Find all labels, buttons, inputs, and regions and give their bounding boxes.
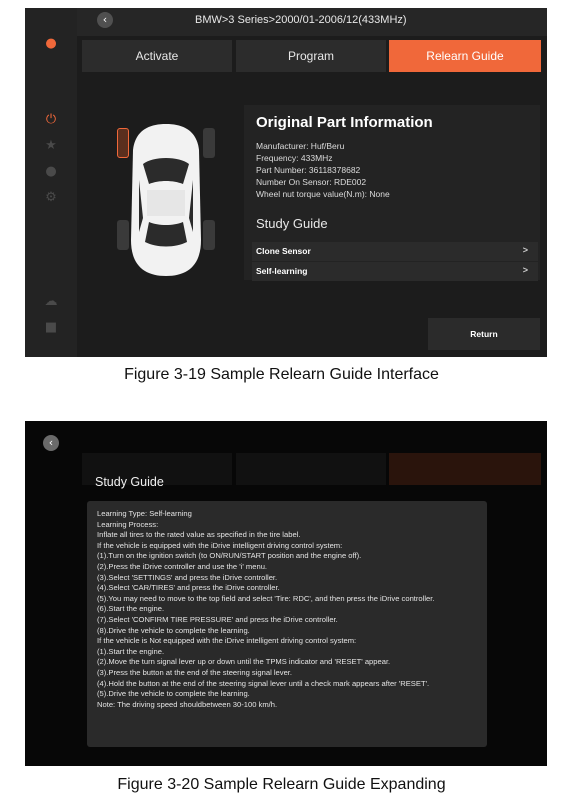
chevron-right-icon: >	[522, 265, 528, 275]
guide-line: Learning Type: Self-learning	[97, 509, 192, 518]
study-guide-overlay-screen: ‹ Study Guide Learning Type: Self-learni…	[25, 421, 547, 766]
sidebar: ● ⏻ ★ ● ⚙ ☁ ■	[25, 8, 77, 357]
part-number-text: Part Number: 36118378682	[256, 165, 361, 175]
guide-line: (3).Select 'SETTINGS' and press the iDri…	[97, 572, 278, 582]
guide-line: (8).Drive the vehicle to complete the le…	[97, 625, 250, 635]
sensor-number-text: Number On Sensor: RDE002	[256, 177, 367, 187]
guide-line: If the vehicle is equipped with the iDri…	[97, 540, 343, 550]
tab-activate[interactable]: Activate	[82, 40, 232, 72]
tab-program[interactable]: Program	[236, 40, 386, 72]
guide-line: (5).Drive the vehicle to complete the le…	[97, 689, 250, 699]
guide-line: (3).Press the button at the end of the s…	[97, 667, 293, 677]
chevron-right-icon: >	[522, 245, 528, 255]
self-learning-label: Self-learning	[256, 266, 308, 276]
study-guide-text-box[interactable]: Learning Type: Self-learning Learning Pr…	[87, 501, 487, 747]
frequency-text: Frequency: 433MHz	[256, 153, 333, 163]
original-part-info-panel: Original Part Information Manufacturer: …	[244, 105, 540, 281]
guide-line: Learning Process:	[97, 519, 159, 529]
car-icon	[131, 124, 201, 276]
study-guide-title: Study Guide	[256, 216, 328, 231]
lightbulb-icon[interactable]: ●	[43, 164, 59, 180]
self-learning-row[interactable]: Self-learning >	[252, 262, 538, 281]
guide-line: (7).Select 'CONFIRM TIRE PRESSURE' and p…	[97, 614, 338, 624]
guide-line: Inflate all tires to the rated value as …	[97, 530, 301, 540]
cloud-upload-icon[interactable]: ☁	[43, 294, 59, 310]
return-button[interactable]: Return	[428, 318, 540, 350]
study-guide-heading: Study Guide	[95, 475, 164, 489]
guide-line: Note: The driving speed shouldbetween 30…	[97, 699, 278, 709]
info-title: Original Part Information	[256, 114, 433, 131]
relearn-guide-screen: ● ⏻ ★ ● ⚙ ☁ ■ ‹ BMW>3 Series>2000/01-200…	[25, 8, 547, 357]
guide-line: (1).Turn on the ignition switch (to ON/R…	[97, 551, 362, 561]
clone-sensor-row[interactable]: Clone Sensor >	[252, 242, 538, 261]
guide-line: If the vehicle is Not equipped with the …	[97, 636, 357, 646]
figure-3-20-caption: Figure 3-20 Sample Relearn Guide Expandi…	[117, 776, 446, 793]
guide-line: (5).You may need to move to the top fiel…	[97, 593, 435, 603]
breadcrumb: BMW>3 Series>2000/01-2006/12(433MHz)	[195, 14, 407, 26]
back-icon[interactable]: ‹	[97, 12, 113, 28]
figure-3-19-caption: Figure 3-19 Sample Relearn Guide Interfa…	[124, 366, 439, 383]
torque-text: Wheel nut torque value(N.m): None	[256, 189, 390, 199]
guide-line: (4).Hold the button at the end of the st…	[97, 678, 430, 688]
back-icon[interactable]: ‹	[43, 435, 59, 451]
tab-relearn-guide[interactable]: Relearn Guide	[389, 40, 541, 72]
book-icon[interactable]: ■	[43, 320, 59, 336]
guide-line: (1).Start the engine.	[97, 646, 165, 656]
guide-line: (2).Press the iDrive controller and use …	[97, 561, 268, 571]
guide-line: (6).Start the engine.	[97, 604, 165, 614]
dimmed-tab	[389, 453, 541, 485]
dimmed-tab	[236, 453, 386, 485]
gear-icon[interactable]: ⚙	[43, 190, 59, 206]
guide-line: (2).Move the turn signal lever up or dow…	[97, 657, 391, 667]
clone-sensor-label: Clone Sensor	[256, 246, 311, 256]
car-diagram	[117, 120, 215, 280]
manufacturer-text: Manufacturer: Huf/Beru	[256, 141, 345, 151]
guide-line: (4).Select 'CAR/TIRES' and press the iDr…	[97, 583, 280, 593]
user-icon[interactable]: ●	[43, 36, 59, 52]
star-icon[interactable]: ★	[43, 138, 59, 154]
tpms-icon[interactable]: ⏻	[43, 112, 59, 128]
